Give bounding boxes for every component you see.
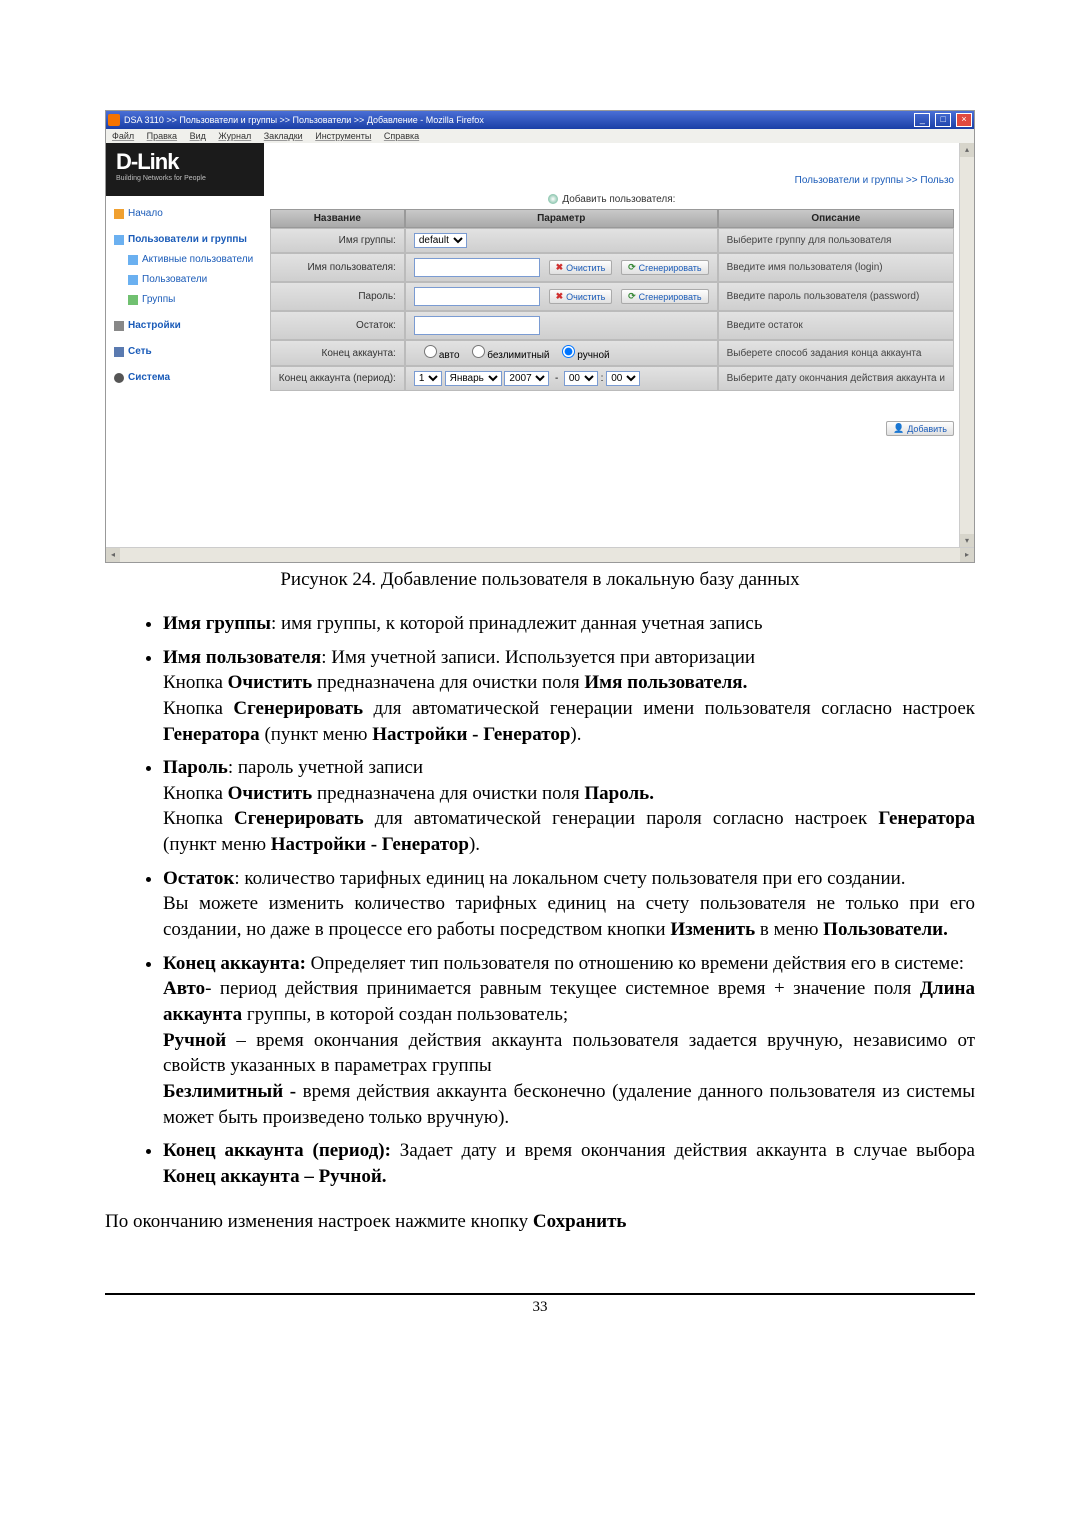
horizontal-scrollbar[interactable]: ◂▸ (106, 547, 974, 562)
col-desc: Описание (718, 209, 954, 228)
minimize-button[interactable]: _ (914, 113, 930, 127)
menu-help[interactable]: Справка (384, 131, 419, 141)
generate-username-button[interactable]: ⟳Сгенерировать (621, 260, 708, 275)
clear-password-button[interactable]: ✖Очистить (549, 289, 613, 304)
menu-journal[interactable]: Журнал (218, 131, 251, 141)
desc-balance: Введите остаток (718, 311, 954, 340)
nav-settings[interactable]: Настройки (114, 316, 256, 336)
close-button[interactable]: × (956, 113, 972, 127)
clear-username-button[interactable]: ✖Очистить (549, 260, 613, 275)
screenshot-figure: DSA 3110 >> Пользователи и группы >> Пол… (105, 110, 975, 563)
users-sub-icon (128, 275, 138, 285)
username-input[interactable] (414, 258, 540, 277)
end-auto-radio[interactable] (424, 345, 437, 358)
form-table: Название Параметр Описание Имя группы: d… (270, 209, 954, 391)
nav-active-users[interactable]: Активные пользователи (128, 250, 256, 270)
settings-icon (114, 321, 124, 331)
generate-icon: ⟳ (628, 291, 636, 302)
col-name: Название (270, 209, 405, 228)
groups-icon (128, 295, 138, 305)
list-item: Конец аккаунта: Определяет тип пользоват… (163, 951, 975, 1130)
end-day-select[interactable]: 1 (414, 371, 442, 386)
add-user-icon: 👤 (893, 423, 904, 434)
label-password: Пароль: (270, 282, 405, 311)
brand-tagline: Building Networks for People (116, 175, 254, 182)
window-titlebar: DSA 3110 >> Пользователи и группы >> Пол… (106, 111, 974, 129)
add-button[interactable]: 👤Добавить (886, 421, 954, 436)
end-hour-select[interactable]: 00 (564, 371, 598, 386)
section-subtitle: Добавить пользователя: (270, 194, 954, 205)
nav-users[interactable]: Пользователи (128, 270, 256, 290)
desc-account-end: Выберете способ задания конца аккаунта (718, 340, 954, 366)
label-account-end-period: Конец аккаунта (период): (270, 366, 405, 391)
menu-view[interactable]: Вид (190, 131, 206, 141)
list-item: Конец аккаунта (период): Задает дату и в… (163, 1138, 975, 1189)
brand-header: D-Link Building Networks for People (106, 143, 264, 196)
generate-icon: ⟳ (628, 262, 636, 273)
nav-users-groups[interactable]: Пользователи и группы (114, 230, 256, 250)
list-item: Остаток: количество тарифных единиц на л… (163, 866, 975, 943)
label-group: Имя группы: (270, 228, 405, 253)
vertical-scrollbar[interactable]: ▴▾ (959, 143, 974, 548)
figure-caption: Рисунок 24. Добавление пользователя в ло… (105, 569, 975, 591)
desc-username: Введите имя пользователя (login) (718, 253, 954, 282)
main-pane: Пользователи и группы >> Пользо Добавить… (264, 143, 974, 562)
page-number: 33 (533, 1299, 548, 1315)
page-footer: 33 (105, 1293, 975, 1316)
group-select[interactable]: default (414, 233, 467, 248)
password-input[interactable] (414, 287, 540, 306)
browser-menubar: Файл Правка Вид Журнал Закладки Инструме… (106, 129, 974, 143)
active-users-icon (128, 255, 138, 265)
nav-groups[interactable]: Группы (128, 290, 256, 310)
menu-file[interactable]: Файл (112, 131, 134, 141)
label-username: Имя пользователя: (270, 253, 405, 282)
nav-system[interactable]: Система (114, 368, 256, 388)
home-icon (114, 209, 124, 219)
generate-password-button[interactable]: ⟳Сгенерировать (621, 289, 708, 304)
sidebar: D-Link Building Networks for People Нача… (106, 143, 264, 562)
maximize-button[interactable]: □ (935, 113, 951, 127)
closing-paragraph: По окончанию изменения настроек нажмите … (105, 1211, 975, 1233)
nav-home[interactable]: Начало (114, 204, 256, 224)
desc-password: Введите пароль пользователя (password) (718, 282, 954, 311)
clear-icon: ✖ (556, 262, 564, 273)
end-unlimited-radio[interactable] (472, 345, 485, 358)
menu-bookmarks[interactable]: Закладки (264, 131, 303, 141)
add-user-icon (548, 194, 558, 204)
menu-tools[interactable]: Инструменты (315, 131, 371, 141)
nav-network[interactable]: Сеть (114, 342, 256, 362)
end-min-select[interactable]: 00 (606, 371, 640, 386)
desc-account-end-period: Выберите дату окончания действия аккаунт… (718, 366, 954, 391)
label-account-end: Конец аккаунта: (270, 340, 405, 366)
users-icon (114, 235, 124, 245)
menu-edit[interactable]: Правка (147, 131, 177, 141)
system-icon (114, 373, 124, 383)
firefox-icon (108, 114, 120, 126)
list-item: Пароль: пароль учетной записи Кнопка Очи… (163, 755, 975, 858)
end-month-select[interactable]: Январь (445, 371, 502, 386)
brand-name: D-Link (116, 149, 254, 175)
end-year-select[interactable]: 2007 (504, 371, 549, 386)
col-param: Параметр (405, 209, 718, 228)
list-item: Имя группы: имя группы, к которой принад… (163, 611, 975, 637)
balance-input[interactable] (414, 316, 540, 335)
network-icon (114, 347, 124, 357)
label-balance: Остаток: (270, 311, 405, 340)
list-item: Имя пользователя: Имя учетной записи. Ис… (163, 645, 975, 748)
description-list: Имя группы: имя группы, к которой принад… (105, 611, 975, 1189)
window-title: DSA 3110 >> Пользователи и группы >> Пол… (124, 115, 912, 125)
end-manual-radio[interactable] (562, 345, 575, 358)
clear-icon: ✖ (556, 291, 564, 302)
breadcrumb: Пользователи и группы >> Пользо (270, 175, 954, 186)
desc-group: Выберите группу для пользователя (718, 228, 954, 253)
